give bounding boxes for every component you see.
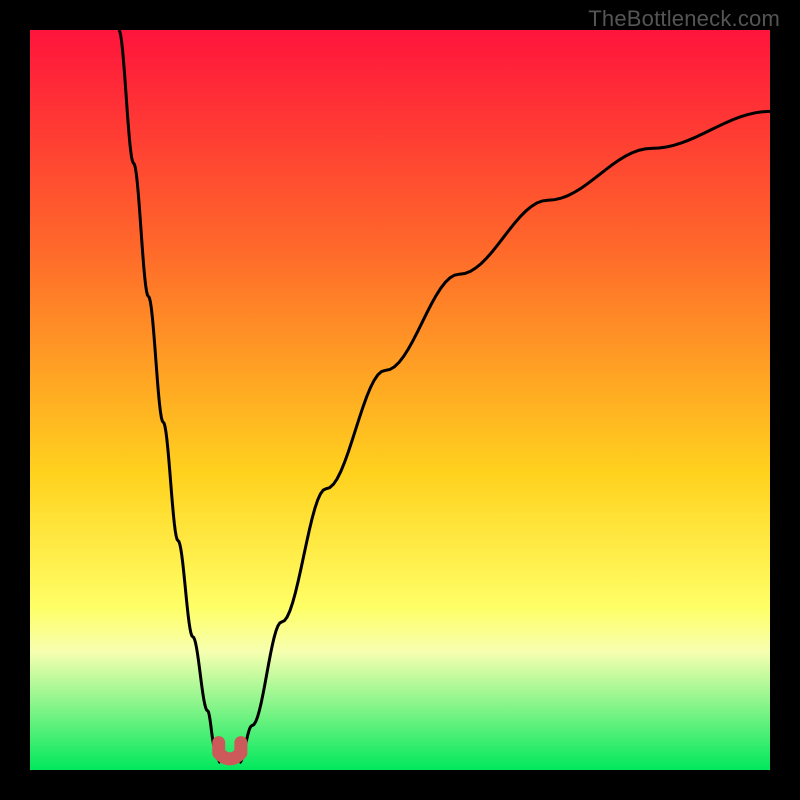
watermark-text: TheBottleneck.com	[588, 6, 780, 32]
plot-svg	[30, 30, 770, 770]
plot-area	[30, 30, 770, 770]
chart-frame: TheBottleneck.com	[0, 0, 800, 800]
gradient-background	[30, 30, 770, 770]
